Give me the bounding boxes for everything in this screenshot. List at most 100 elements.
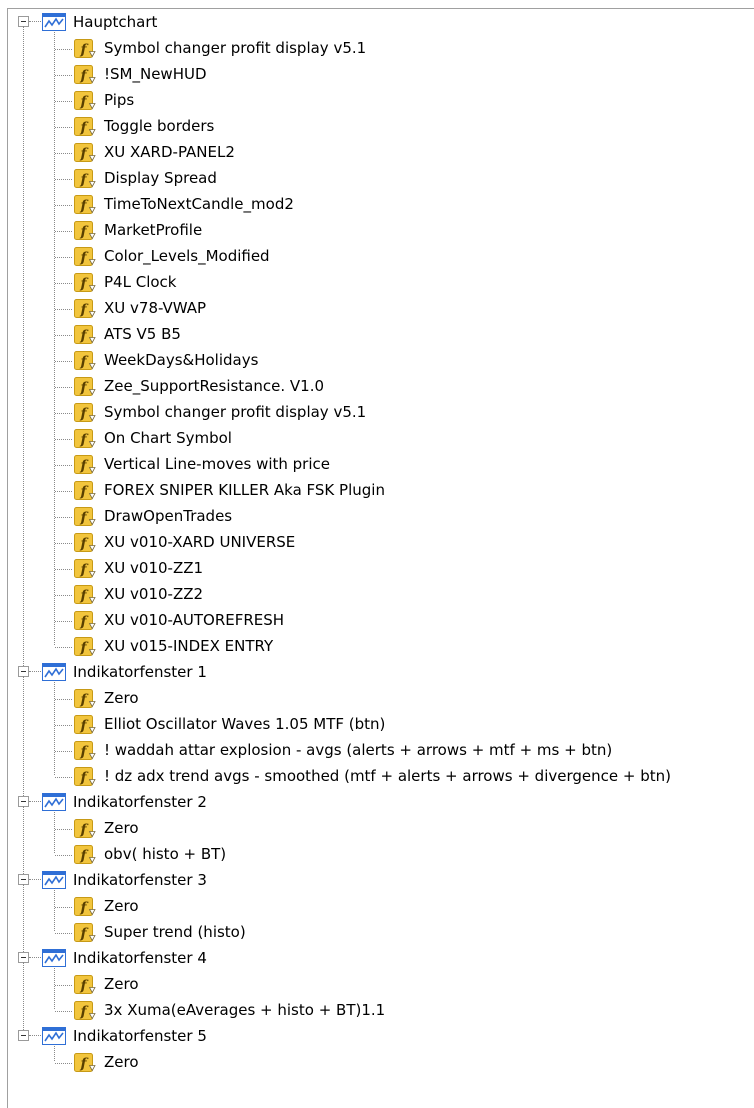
custom-indicator-icon: f [74,845,96,864]
tree-connector-line [29,21,41,22]
tree-connector-line [29,671,41,672]
tree-item-label: P4L Clock [104,273,177,291]
tree-item[interactable]: f Elliot Oscillator Waves 1.05 MTF (btn) [0,712,754,738]
chart-window-icon [42,1027,66,1045]
tree-item[interactable]: f Pips [0,88,754,114]
tree-item-label: ! waddah attar explosion - avgs (alerts … [104,741,613,759]
tree-item[interactable]: f XU XARD-PANEL2 [0,140,754,166]
tree-item[interactable]: f XU v010-XARD UNIVERSE [0,530,754,556]
custom-indicator-icon: f [74,273,96,292]
tree-item-label: XU v010-AUTOREFRESH [104,611,285,629]
tree-item[interactable]: f ! waddah attar explosion - avgs (alerts… [0,738,754,764]
custom-indicator-icon: f [74,247,96,266]
tree-connector-line [55,439,72,440]
tree-item[interactable]: f !SM_NewHUD [0,62,754,88]
tree-group-5[interactable]: Indikatorfenster 4 [0,946,754,972]
custom-indicator-icon: f [74,377,96,396]
tree-item-label: DrawOpenTrades [104,507,233,525]
tree-item[interactable]: f Zero [0,1050,754,1076]
custom-indicator-icon: f [74,637,96,656]
tree-item[interactable]: f XU v010-ZZ1 [0,556,754,582]
tree-connector-line [55,933,72,934]
tree-connector-line [55,465,72,466]
tree-item[interactable]: f Symbol changer profit display v5.1 [0,36,754,62]
tree-connector-line [55,283,72,284]
custom-indicator-icon: f [74,117,96,136]
tree-item[interactable]: f ! dz adx trend avgs - smoothed (mtf + a… [0,764,754,790]
tree-item[interactable]: f Zero [0,816,754,842]
tree-item[interactable]: f On Chart Symbol [0,426,754,452]
tree-item[interactable]: f Zero [0,894,754,920]
tree-item[interactable]: f MarketProfile [0,218,754,244]
tree-item[interactable]: f XU v010-ZZ2 [0,582,754,608]
tree-item-label: Vertical Line-moves with price [104,455,330,473]
tree-item-label: Symbol changer profit display v5.1 [104,403,367,421]
custom-indicator-icon: f [74,351,96,370]
tree-item[interactable]: f XU v015-INDEX ENTRY [0,634,754,660]
tree-item[interactable]: f Symbol changer profit display v5.1 [0,400,754,426]
tree-item-label: Color_Levels_Modified [104,247,270,265]
tree-connector-line [55,855,72,856]
tree-item[interactable]: f Zero [0,972,754,998]
tree-connector-line [55,647,72,648]
tree-group-label: Indikatorfenster 4 [73,949,207,967]
tree-item[interactable]: f Toggle borders [0,114,754,140]
tree-item-label: Zero [104,689,139,707]
custom-indicator-icon: f [74,481,96,500]
tree-item-label: XU v010-ZZ1 [104,559,204,577]
chart-window-icon [42,793,66,811]
custom-indicator-icon: f [74,507,96,526]
tree-connector-line [55,205,72,206]
tree-group-6[interactable]: Indikatorfenster 5 [0,1024,754,1050]
tree-connector-line [55,231,72,232]
custom-indicator-icon: f [74,143,96,162]
tree-item-label: Super trend (histo) [104,923,246,941]
chart-window-icon [42,949,66,967]
tree-item[interactable]: f ATS V5 B5 [0,322,754,348]
tree-connector-line [55,127,72,128]
tree-connector-line [23,676,24,796]
tree-group-2[interactable]: Indikatorfenster 1 [0,660,754,686]
tree-item[interactable]: f Super trend (histo) [0,920,754,946]
tree-connector-line [55,777,72,778]
tree-item[interactable]: f DrawOpenTrades [0,504,754,530]
custom-indicator-icon: f [74,923,96,942]
tree-item[interactable]: f XU v78-VWAP [0,296,754,322]
tree-group-1[interactable]: Hauptchart [0,10,754,36]
collapse-toggle-icon[interactable] [18,1030,29,1041]
tree-connector-line [55,595,72,596]
tree-item[interactable]: f Display Spread [0,166,754,192]
tree-item[interactable]: f Zee_SupportResistance. V1.0 [0,374,754,400]
tree-item-label: XU v78-VWAP [104,299,207,317]
tree-connector-line [23,884,24,952]
custom-indicator-icon: f [74,325,96,344]
tree-item-label: 3x Xuma(eAverages + histo + BT)1.1 [104,1001,386,1019]
tree-item[interactable]: f WeekDays&Holidays [0,348,754,374]
tree-item-label: ATS V5 B5 [104,325,181,343]
tree-item-label: FOREX SNIPER KILLER Aka FSK Plugin [104,481,385,499]
tree-item[interactable]: f Color_Levels_Modified [0,244,754,270]
custom-indicator-icon: f [74,897,96,916]
tree-item[interactable]: f 3x Xuma(eAverages + histo + BT)1.1 [0,998,754,1024]
tree-connector-line [55,985,72,986]
tree-item[interactable]: f obv( histo + BT) [0,842,754,868]
tree-item[interactable]: f Vertical Line-moves with price [0,452,754,478]
chart-window-icon [42,871,66,889]
tree-item[interactable]: f P4L Clock [0,270,754,296]
tree-item[interactable]: f Zero [0,686,754,712]
tree-item[interactable]: f FOREX SNIPER KILLER Aka FSK Plugin [0,478,754,504]
tree-group-4[interactable]: Indikatorfenster 3 [0,868,754,894]
tree-group-label: Indikatorfenster 2 [73,793,207,811]
tree-connector-line [29,957,41,958]
tree-item-label: Zee_SupportResistance. V1.0 [104,377,325,395]
tree-item[interactable]: f XU v010-AUTOREFRESH [0,608,754,634]
tree-connector-line [29,801,41,802]
tree-group-3[interactable]: Indikatorfenster 2 [0,790,754,816]
custom-indicator-icon: f [74,403,96,422]
custom-indicator-icon: f [74,585,96,604]
tree-connector-line [55,621,72,622]
tree-connector-line [55,829,72,830]
tree-item[interactable]: f TimeToNextCandle_mod2 [0,192,754,218]
tree-connector-line [55,491,72,492]
tree-connector-line [23,26,24,666]
